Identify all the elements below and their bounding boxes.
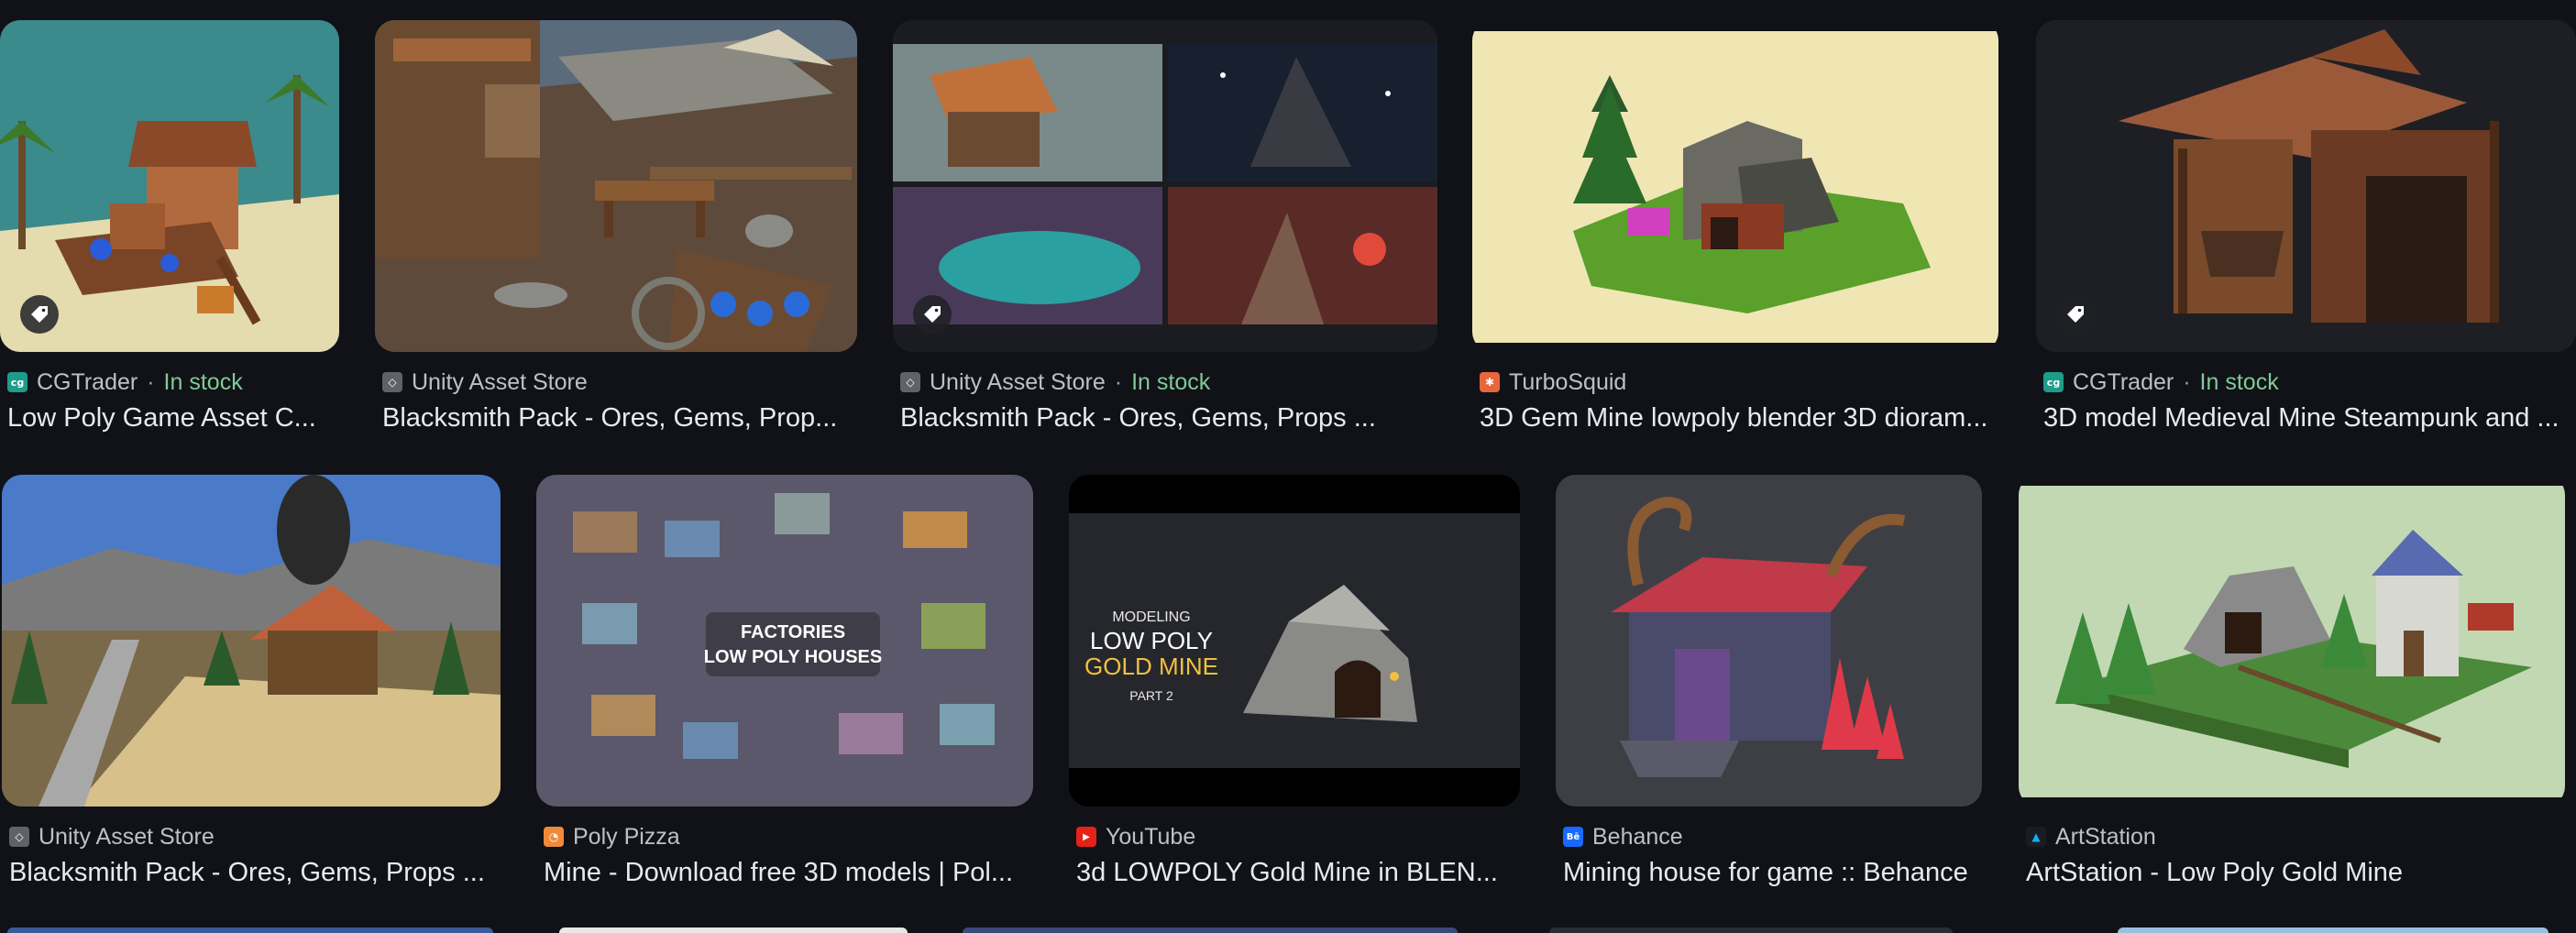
unity-icon: ◇ [900,372,920,392]
youtube-icon: ▶ [1076,827,1096,847]
shopping-tag-icon [2056,295,2095,334]
result-source: ✱ TurboSquid [1472,368,1998,396]
thumbnail-text: LOW POLY HOUSES [704,647,882,667]
polypizza-icon: ◔ [544,827,564,847]
source-name: TurboSquid [1509,368,1627,395]
result-source: ◇ Unity Asset Store · In stock [893,368,1437,396]
thumbnail-text: GOLD MINE [1084,653,1218,680]
next-row-thumbnail-peek [2118,928,2548,933]
stock-status: In stock [1131,368,1211,395]
shopping-tag-icon [913,295,952,334]
result-card[interactable]: Bē Behance Mining house for game :: Beha… [1556,475,1982,888]
result-title[interactable]: Mine - Download free 3D models | Pol... [536,858,1033,888]
result-title[interactable]: Blacksmith Pack - Ores, Gems, Prop... [375,403,857,434]
result-title[interactable]: ArtStation - Low Poly Gold Mine [2019,858,2565,888]
result-card[interactable]: cg CGTrader · In stock Low Poly Game Ass… [0,20,339,434]
result-title[interactable]: Mining house for game :: Behance [1556,858,1982,888]
result-source: cg CGTrader · In stock [0,368,339,396]
thumbnail-text: MODELING [1112,609,1190,625]
result-thumbnail[interactable] [1556,475,1982,807]
source-name: Unity Asset Store [930,368,1106,395]
source-name: CGTrader [2073,368,2174,395]
result-card[interactable]: ◇ Unity Asset Store Blacksmith Pack - Or… [375,20,857,434]
next-row-thumbnail-peek [7,928,493,933]
factories-low-poly-houses-image: FACTORIES LOW POLY HOUSES [536,475,1033,807]
blacksmith-pack-image [375,20,857,352]
source-name: YouTube [1106,823,1196,850]
thumbnail-text: PART 2 [1129,688,1173,703]
result-card[interactable]: ◇ Unity Asset Store Blacksmith Pack - Or… [2,475,501,888]
result-title[interactable]: 3D model Medieval Mine Steampunk and ... [2036,403,2576,434]
thumbnail-text: FACTORIES [741,622,845,642]
result-title[interactable]: Blacksmith Pack - Ores, Gems, Props ... [893,403,1437,434]
cgtrader-icon: cg [7,372,28,392]
result-title[interactable]: 3d LOWPOLY Gold Mine in BLEN... [1069,858,1520,888]
result-thumbnail[interactable] [1472,20,1998,352]
thumbnail-text: LOW POLY [1090,627,1213,654]
separator-dot: · [2183,368,2191,395]
unity-icon: ◇ [382,372,402,392]
next-row-thumbnail-peek [963,928,1458,933]
source-name: Poly Pizza [573,823,680,850]
result-card[interactable]: FACTORIES LOW POLY HOUSES ◔ Poly Pizza M… [536,475,1033,888]
result-card[interactable]: MODELING LOW POLY GOLD MINE PART 2 ▶ You… [1069,475,1520,888]
cgtrader-icon: cg [2043,372,2064,392]
result-title[interactable]: Blacksmith Pack - Ores, Gems, Props ... [2,858,501,888]
result-card[interactable]: cg CGTrader · In stock 3D model Medieval… [2036,20,2576,434]
result-thumbnail[interactable] [2036,20,2576,352]
artstation-icon: ▲ [2026,827,2046,847]
result-thumbnail[interactable]: FACTORIES LOW POLY HOUSES [536,475,1033,807]
mining-house-image [1556,475,1982,807]
next-row-thumbnail-peek [1549,928,1953,933]
result-thumbnail[interactable] [0,20,339,352]
gem-mine-diorama-image [1472,20,1998,352]
blacksmith-pack-collage-image [893,20,1437,352]
result-source: cg CGTrader · In stock [2036,368,2576,396]
result-card[interactable]: ✱ TurboSquid 3D Gem Mine lowpoly blender… [1472,20,1998,434]
source-name: Unity Asset Store [39,823,215,850]
stock-status: In stock [2199,368,2279,395]
source-name: ArtStation [2055,823,2156,850]
result-thumbnail[interactable] [2019,475,2565,807]
unity-icon: ◇ [9,827,29,847]
result-thumbnail[interactable] [893,20,1437,352]
separator-dot: · [1114,368,1123,395]
result-thumbnail[interactable] [375,20,857,352]
result-title[interactable]: Low Poly Game Asset C... [0,403,339,434]
image-results-grid: cg CGTrader · In stock Low Poly Game Ass… [0,0,2576,933]
source-name: Behance [1592,823,1683,850]
result-card[interactable]: ◇ Unity Asset Store · In stock Blacksmit… [893,20,1437,434]
result-thumbnail[interactable]: MODELING LOW POLY GOLD MINE PART 2 [1069,475,1520,807]
result-source: ▲ ArtStation [2019,823,2565,851]
shopping-tag-icon [20,295,59,334]
source-name: CGTrader [37,368,138,395]
source-name: Unity Asset Store [412,368,588,395]
result-title[interactable]: 3D Gem Mine lowpoly blender 3D dioram... [1472,403,1998,434]
behance-icon: Bē [1563,827,1583,847]
result-source: ◔ Poly Pizza [536,823,1033,851]
next-row-thumbnail-peek [559,928,908,933]
result-source: Bē Behance [1556,823,1982,851]
blacksmith-village-image [2,475,501,807]
result-source: ▶ YouTube [1069,823,1520,851]
result-card[interactable]: ▲ ArtStation ArtStation - Low Poly Gold … [2019,475,2565,888]
result-thumbnail[interactable] [2,475,501,807]
separator-dot: · [147,368,155,395]
gold-mine-video-thumbnail: MODELING LOW POLY GOLD MINE PART 2 [1069,475,1520,807]
artstation-gold-mine-image [2019,475,2565,807]
medieval-mine-image [2036,20,2576,352]
result-source: ◇ Unity Asset Store [375,368,857,396]
turbosquid-icon: ✱ [1480,372,1500,392]
result-source: ◇ Unity Asset Store [2,823,501,851]
stock-status: In stock [163,368,243,395]
